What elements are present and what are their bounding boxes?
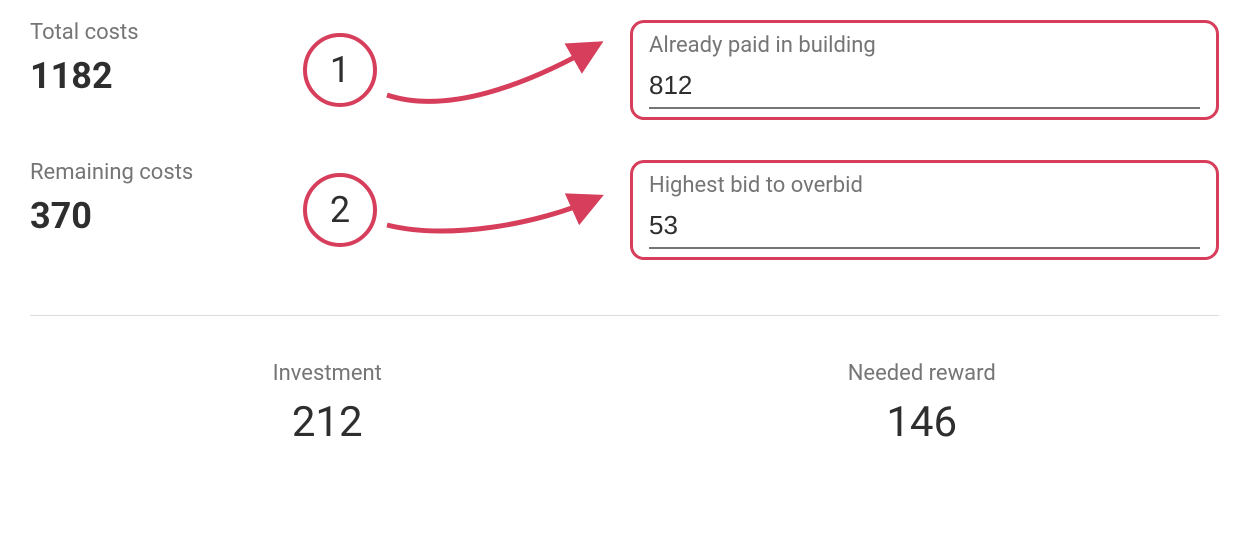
needed-reward-value: 146 [625,398,1220,447]
already-paid-highlight: Already paid in building [630,20,1219,120]
highest-bid-highlight: Highest bid to overbid [630,160,1219,260]
remaining-costs-block: Remaining costs 370 [30,160,280,260]
total-costs-value: 1182 [30,55,280,97]
arrow-1-icon [377,25,607,115]
already-paid-input[interactable] [649,66,1200,109]
summary-section: Investment 212 Needed reward 146 [30,361,1219,447]
annotation-number-2: 2 [330,189,350,231]
already-paid-col: Already paid in building [630,20,1219,120]
annotation-2-col: 2 [280,160,630,260]
annotation-circle-2: 2 [303,173,377,247]
investment-label: Investment [30,361,625,386]
remaining-costs-label: Remaining costs [30,160,280,185]
annotation-1-wrap: 1 [303,25,607,115]
main-container: Total costs 1182 1 Alre [0,0,1249,447]
investment-block: Investment 212 [30,361,625,447]
annotation-circle-1: 1 [303,33,377,107]
divider [30,315,1219,316]
already-paid-label: Already paid in building [649,33,1200,58]
remaining-costs-value: 370 [30,195,280,237]
highest-bid-label: Highest bid to overbid [649,173,1200,198]
investment-value: 212 [30,398,625,447]
total-costs-label: Total costs [30,20,280,45]
highest-bid-input[interactable] [649,206,1200,249]
annotation-2-wrap: 2 [303,170,607,250]
needed-reward-block: Needed reward 146 [625,361,1220,447]
annotation-number-1: 1 [330,49,350,91]
top-section: Total costs 1182 1 Alre [30,20,1219,260]
needed-reward-label: Needed reward [625,361,1220,386]
annotation-1-col: 1 [280,20,630,120]
arrow-2-icon [377,170,607,250]
highest-bid-col: Highest bid to overbid [630,160,1219,260]
total-costs-block: Total costs 1182 [30,20,280,120]
